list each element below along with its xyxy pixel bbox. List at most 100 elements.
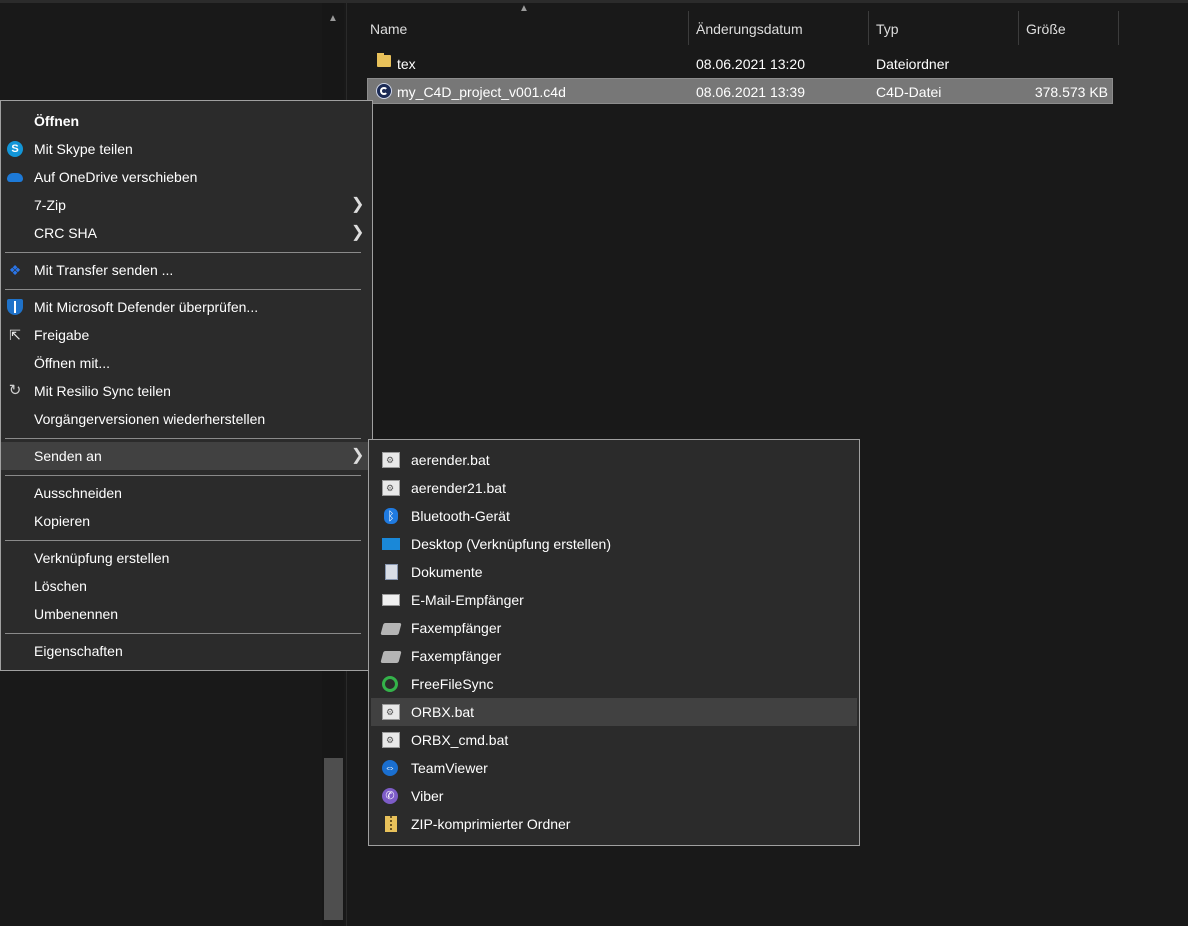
menu-item-label: Freigabe <box>34 327 90 343</box>
bluetooth-icon: ᛒ <box>384 508 398 524</box>
send-to-item-desktop[interactable]: Desktop (Verknüpfung erstellen) <box>369 530 859 558</box>
menu-item-label: 7-Zip <box>34 197 66 213</box>
scroll-up-icon[interactable]: ▲ <box>328 13 338 24</box>
send-to-item-fax[interactable]: Faxempfänger <box>369 642 859 670</box>
submenu-item-label: ORBX.bat <box>411 704 475 720</box>
submenu-item-label: Dokumente <box>411 564 483 580</box>
folder-icon <box>373 53 391 73</box>
send-to-item-freefilesync[interactable]: FreeFileSync <box>369 670 859 698</box>
menu-separator <box>5 540 361 541</box>
submenu-item-label: ZIP-komprimierter Ordner <box>411 816 571 832</box>
column-separator[interactable] <box>868 11 869 45</box>
menu-item-label: Mit Microsoft Defender überprüfen... <box>34 299 259 315</box>
skype-icon: S <box>7 141 23 157</box>
submenu-item-label: aerender.bat <box>411 452 490 468</box>
menu-item-label: Öffnen <box>34 113 80 129</box>
send-to-item-mail[interactable]: E-Mail-Empfänger <box>369 586 859 614</box>
file-date: 08.06.2021 13:39 <box>696 84 805 100</box>
menu-item-label: Ausschneiden <box>34 485 122 501</box>
column-separator[interactable] <box>688 11 689 45</box>
menu-item-7zip[interactable]: 7-Zip ❯ <box>1 191 372 219</box>
menu-item-label: Auf OneDrive verschieben <box>34 169 198 185</box>
send-to-item-documents[interactable]: Dokumente <box>369 558 859 586</box>
batch-file-icon <box>382 446 400 474</box>
onedrive-icon <box>7 173 23 182</box>
chevron-right-icon: ❯ <box>351 196 365 213</box>
menu-item-label: Öffnen mit... <box>34 355 110 371</box>
submenu-item-label: E-Mail-Empfänger <box>411 592 524 608</box>
file-row-folder[interactable]: tex 08.06.2021 13:20 Dateiordner <box>367 51 1113 77</box>
menu-item-resilio-sync[interactable]: ↻ Mit Resilio Sync teilen <box>1 377 372 405</box>
column-header-name[interactable]: Name <box>370 13 407 45</box>
column-separator[interactable] <box>1018 11 1019 45</box>
column-header-size[interactable]: Größe <box>1026 13 1066 45</box>
send-to-item-orbx-cmd[interactable]: ORBX_cmd.bat <box>369 726 859 754</box>
menu-item-label: Senden an <box>34 448 102 464</box>
menu-item-label: CRC SHA <box>34 225 98 241</box>
menu-item-delete[interactable]: Löschen <box>1 572 372 600</box>
menu-item-defender[interactable]: Mit Microsoft Defender überprüfen... <box>1 293 372 321</box>
menu-item-cut[interactable]: Ausschneiden <box>1 479 372 507</box>
send-to-item-teamviewer[interactable]: ⇔ TeamViewer <box>369 754 859 782</box>
send-to-item-fax[interactable]: Faxempfänger <box>369 614 859 642</box>
menu-item-label: Eigenschaften <box>34 643 123 659</box>
send-to-item-zip[interactable]: ZIP-komprimierter Ordner <box>369 810 859 838</box>
send-to-item-aerender[interactable]: aerender.bat <box>369 446 859 474</box>
chevron-right-icon: ❯ <box>351 224 365 241</box>
menu-item-share[interactable]: ⇱ Freigabe <box>1 321 372 349</box>
send-to-item-orbx[interactable]: ORBX.bat <box>371 698 857 726</box>
menu-item-create-shortcut[interactable]: Verknüpfung erstellen <box>1 544 372 572</box>
menu-item-restore-versions[interactable]: Vorgängerversionen wiederherstellen <box>1 405 372 433</box>
menu-item-transfer[interactable]: ❖ Mit Transfer senden ... <box>1 256 372 284</box>
zip-folder-icon <box>385 816 397 832</box>
menu-item-label: Mit Resilio Sync teilen <box>34 383 171 399</box>
batch-file-icon <box>382 474 400 502</box>
file-row-c4d[interactable]: my_C4D_project_v001.c4d 08.06.2021 13:39… <box>367 78 1113 104</box>
freefilesync-icon <box>382 676 398 692</box>
send-to-item-viber[interactable]: ✆ Viber <box>369 782 859 810</box>
batch-file-icon <box>382 726 400 754</box>
menu-item-label: Mit Skype teilen <box>34 141 133 157</box>
file-size: 378.573 KB <box>1034 84 1108 100</box>
menu-item-label: Kopieren <box>34 513 91 529</box>
send-to-submenu: aerender.bat aerender21.bat ᛒ Bluetooth-… <box>368 439 860 846</box>
menu-item-label: Umbenennen <box>34 606 119 622</box>
menu-item-label: Verknüpfung erstellen <box>34 550 170 566</box>
menu-separator <box>5 289 361 290</box>
menu-item-properties[interactable]: Eigenschaften <box>1 637 372 665</box>
menu-item-label: Mit Transfer senden ... <box>34 262 174 278</box>
submenu-item-label: Faxempfänger <box>411 648 502 664</box>
send-to-item-aerender21[interactable]: aerender21.bat <box>369 474 859 502</box>
menu-item-onedrive[interactable]: Auf OneDrive verschieben <box>1 163 372 191</box>
dropbox-icon: ❖ <box>8 262 22 278</box>
resilio-sync-icon: ↻ <box>8 382 22 399</box>
menu-separator <box>5 252 361 253</box>
menu-item-skype-share[interactable]: S Mit Skype teilen <box>1 135 372 163</box>
file-name: my_C4D_project_v001.c4d <box>397 84 566 100</box>
send-to-item-bluetooth[interactable]: ᛒ Bluetooth-Gerät <box>369 502 859 530</box>
mail-icon <box>382 594 400 606</box>
column-header-date[interactable]: Änderungsdatum <box>696 13 803 45</box>
menu-item-crc-sha[interactable]: CRC SHA ❯ <box>1 219 372 247</box>
submenu-item-label: ORBX_cmd.bat <box>411 732 509 748</box>
teamviewer-icon: ⇔ <box>382 760 398 776</box>
menu-item-label: Löschen <box>34 578 87 594</box>
menu-item-send-to[interactable]: Senden an ❯ <box>1 442 372 470</box>
batch-file-icon <box>382 698 400 726</box>
file-type: Dateiordner <box>876 56 950 72</box>
desktop-icon <box>382 538 400 550</box>
menu-item-open[interactable]: Öffnen <box>1 107 372 135</box>
share-icon: ⇱ <box>9 327 21 343</box>
menu-separator <box>5 633 361 634</box>
submenu-item-label: aerender21.bat <box>411 480 506 496</box>
sort-ascending-icon: ▲ <box>519 3 529 14</box>
column-header-type[interactable]: Typ <box>876 13 899 45</box>
menu-item-open-with[interactable]: Öffnen mit... <box>1 349 372 377</box>
submenu-item-label: FreeFileSync <box>411 676 494 692</box>
column-separator[interactable] <box>1118 11 1119 45</box>
file-type: C4D-Datei <box>876 84 942 100</box>
menu-item-copy[interactable]: Kopieren <box>1 507 372 535</box>
submenu-item-label: Bluetooth-Gerät <box>411 508 510 524</box>
menu-item-rename[interactable]: Umbenennen <box>1 600 372 628</box>
scrollbar-thumb[interactable] <box>324 758 343 920</box>
